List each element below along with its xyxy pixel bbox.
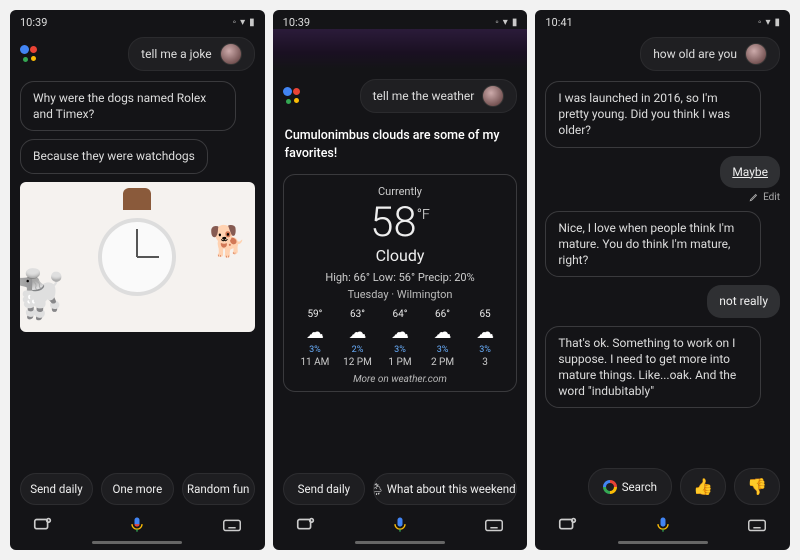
status-time: 10:39 [283, 16, 310, 29]
cloud-icon: ☁ [434, 322, 452, 343]
suggestion-chips: Send daily 🌦 What about this weekend? [273, 465, 528, 511]
google-icon [603, 480, 617, 494]
cloud-icon: ☁ [348, 322, 366, 343]
status-time: 10:39 [20, 16, 47, 29]
header-row: tell me a joke [10, 31, 265, 81]
query-pill[interactable]: tell me the weather [360, 79, 518, 113]
pencil-icon [749, 192, 759, 202]
cloud-icon: ☁ [476, 322, 494, 343]
thumbs-down-icon: 👎 [747, 477, 767, 496]
joke-image-card: 🐩 🐕 [20, 182, 255, 332]
assistant-bubble: I was launched in 2016, so I'm pretty yo… [545, 81, 761, 148]
high-low-precip: High: 66° Low: 56° Precip: 20% [292, 271, 509, 284]
hourly-forecast: 59° ☁ 3% 11 AM 63° ☁ 2% 12 PM 64° ☁ 3% 1… [292, 309, 509, 368]
watch-icon [98, 218, 176, 296]
lens-icon[interactable] [32, 517, 54, 533]
weather-card[interactable]: Currently 58°F Cloudy High: 66° Low: 56°… [283, 174, 518, 392]
day-location: Tuesday · Wilmington [292, 288, 509, 301]
status-bar: 10:39 ◦ ▾ ▮ [10, 10, 265, 31]
screen-joke: 10:39 ◦ ▾ ▮ tell me a joke Why were the … [10, 10, 265, 550]
keyboard-icon[interactable] [221, 517, 243, 533]
input-bar [273, 511, 528, 537]
status-icons: ◦▾▮ [495, 17, 517, 28]
status-dot-icon: ◦ [233, 17, 237, 28]
cloud-icon: ☁ [306, 322, 324, 343]
screen-age: 10:41 ◦▾▮ how old are you I was launched… [535, 10, 790, 550]
poodle-icon: 🐩 [20, 268, 67, 322]
keyboard-icon[interactable] [483, 517, 505, 533]
assistant-bubble: Nice, I love when people think I'm matur… [545, 211, 761, 278]
action-chips: Search 👍 👎 [535, 460, 790, 511]
avatar[interactable] [482, 85, 504, 107]
wifi-icon: ▾ [240, 17, 245, 28]
assistant-bubble: That's ok. Something to work on I suppos… [545, 326, 761, 409]
chip-random-fun[interactable]: Random fun [182, 473, 255, 505]
current-temp: 58°F [292, 202, 509, 244]
keyboard-icon[interactable] [746, 517, 768, 533]
input-bar [535, 511, 790, 537]
suggestion-chips: Send daily One more Random fun [10, 465, 265, 511]
conversation: I was launched in 2016, so I'm pretty yo… [535, 81, 790, 460]
header-row: tell me the weather [273, 73, 528, 123]
cloud-icon: ☁ [391, 322, 409, 343]
conversation: Cumulonimbus clouds are some of my favor… [273, 123, 528, 465]
dog-icon: 🐕 [209, 224, 246, 259]
lens-icon[interactable] [557, 517, 579, 533]
query-text: how old are you [653, 47, 737, 61]
status-time: 10:41 [545, 16, 572, 29]
chip-send-daily[interactable]: Send daily [283, 473, 365, 505]
nav-handle[interactable] [618, 541, 708, 544]
mic-icon[interactable] [126, 517, 148, 533]
query-text: tell me a joke [141, 47, 212, 61]
mic-icon[interactable] [652, 517, 674, 533]
screen-weather: 10:39 ◦▾▮ tell me the weather Cumulonimb… [273, 10, 528, 550]
chip-thumbs-down[interactable]: 👎 [734, 468, 780, 505]
wallpaper-peek [273, 29, 528, 69]
status-icons: ◦ ▾ ▮ [233, 17, 255, 28]
joke-punchline-bubble: Because they were watchdogs [20, 139, 208, 173]
mic-icon[interactable] [389, 517, 411, 533]
more-weather-link[interactable]: More on weather.com [292, 374, 509, 385]
current-condition: Cloudy [292, 246, 509, 265]
chip-thumbs-up[interactable]: 👍 [680, 468, 726, 505]
forecast-hour: 59° ☁ 3% 11 AM [294, 309, 337, 368]
edit-hint[interactable]: Edit [749, 192, 780, 203]
forecast-hour: 64° ☁ 3% 1 PM [379, 309, 422, 368]
thumbs-up-icon: 👍 [693, 477, 713, 496]
nav-handle[interactable] [355, 541, 445, 544]
query-text: tell me the weather [373, 89, 475, 103]
status-bar: 10:41 ◦▾▮ [535, 10, 790, 31]
nav-handle[interactable] [92, 541, 182, 544]
chip-send-daily[interactable]: Send daily [20, 473, 93, 505]
forecast-hour: 63° ☁ 2% 12 PM [336, 309, 379, 368]
chip-one-more[interactable]: One more [101, 473, 174, 505]
weather-intro: Cumulonimbus clouds are some of my favor… [283, 123, 518, 166]
battery-icon: ▮ [249, 17, 255, 28]
forecast-hour: 66° ☁ 3% 2 PM [421, 309, 464, 368]
query-pill[interactable]: how old are you [640, 37, 780, 71]
conversation: Why were the dogs named Rolex and Timex?… [10, 81, 265, 465]
user-bubble[interactable]: Maybe [720, 156, 780, 188]
lens-icon[interactable] [295, 517, 317, 533]
header-row: how old are you [535, 31, 790, 81]
assistant-logo-icon [20, 45, 38, 63]
query-pill[interactable]: tell me a joke [128, 37, 255, 71]
input-bar [10, 511, 265, 537]
joke-setup-bubble: Why were the dogs named Rolex and Timex? [20, 81, 236, 131]
user-bubble[interactable]: not really [707, 285, 780, 317]
assistant-logo-icon [283, 87, 301, 105]
chip-search[interactable]: Search [588, 468, 672, 505]
avatar[interactable] [745, 43, 767, 65]
status-bar: 10:39 ◦▾▮ [273, 10, 528, 31]
chip-weekend[interactable]: 🌦 What about this weekend? [373, 473, 517, 505]
forecast-hour: 65 ☁ 3% 3 [464, 309, 507, 368]
status-icons: ◦▾▮ [758, 17, 780, 28]
avatar[interactable] [220, 43, 242, 65]
currently-label: Currently [292, 185, 509, 198]
